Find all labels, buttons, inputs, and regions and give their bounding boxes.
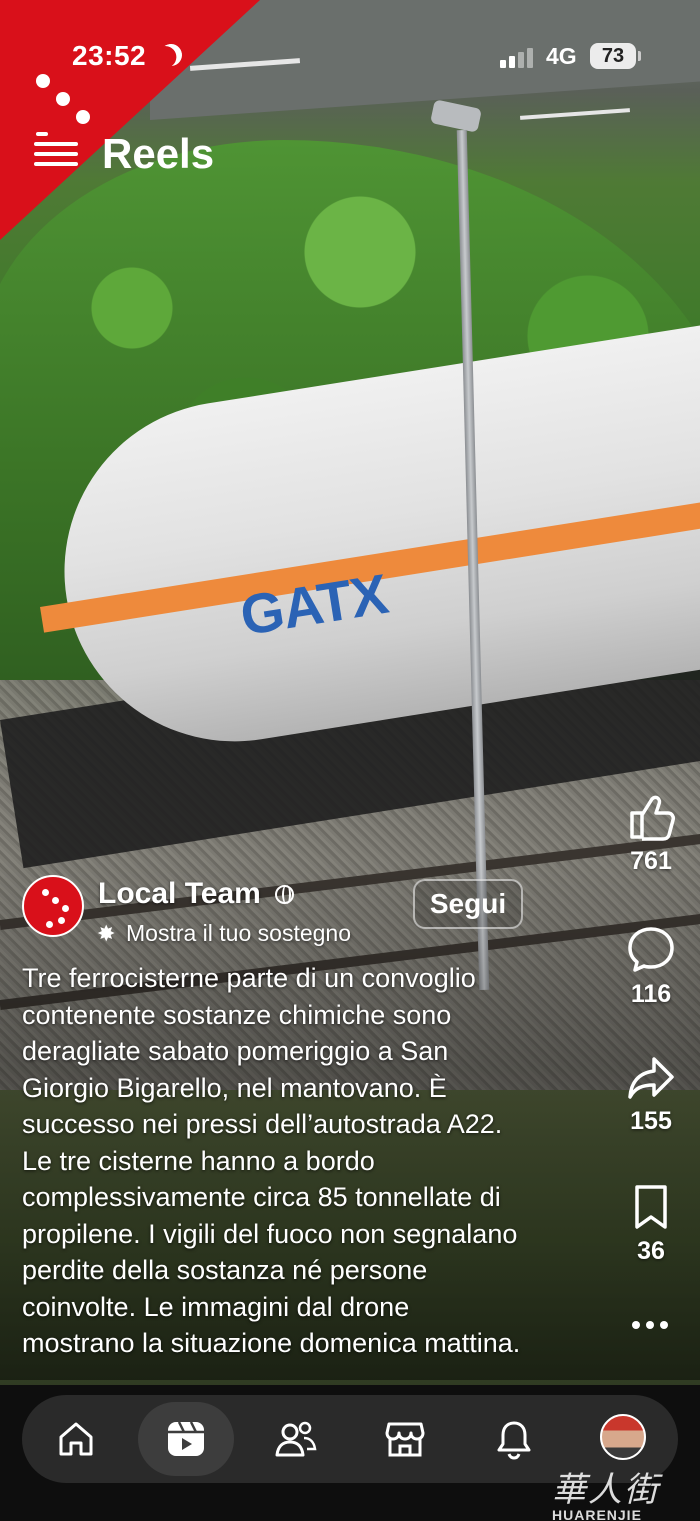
share-icon: [628, 1057, 674, 1099]
marketplace-icon: [385, 1422, 425, 1457]
support-star-icon: ✸: [97, 921, 116, 946]
public-globe-icon: [275, 885, 294, 904]
like-count: 761: [630, 847, 672, 875]
reels-icon: [168, 1421, 204, 1456]
home-icon: [59, 1422, 93, 1456]
friends-icon: [275, 1421, 317, 1457]
status-time: 23:52: [72, 40, 147, 71]
watermark: 華人街 HUARENJIE: [552, 1462, 692, 1521]
caption-line: Le tre cisterne hanno a bordo: [22, 1145, 375, 1176]
watermark-logo: 華人街: [552, 1470, 660, 1510]
share-count: 155: [630, 1107, 672, 1135]
caption-line: complessivamente circa 85 tonnellate di: [22, 1182, 501, 1212]
caption-line: Tre ferrocisterne parte di un convoglio: [22, 963, 476, 993]
caption-line: mostrano la situazione domenica mattina.: [22, 1328, 521, 1358]
nav-friends[interactable]: [248, 1402, 344, 1476]
caption-line: successo nei pressi dell’autostrada A22.: [22, 1109, 503, 1139]
nav-reels[interactable]: [138, 1402, 234, 1476]
follow-button[interactable]: Segui: [413, 879, 523, 929]
network-type: 4G: [546, 43, 577, 69]
battery-icon: 73: [590, 43, 636, 69]
like-icon: [630, 795, 675, 841]
caption-line: propilene. I vigili del fuoco non segnal…: [22, 1218, 518, 1249]
caption-line: perdite della sostanza né persone: [22, 1255, 428, 1285]
caption-line: Giorgio Bigarello, nel mantovano. È: [22, 1072, 447, 1103]
bookmark-icon: [635, 1185, 667, 1229]
caption-line: contenente sostanze chimiche sono: [22, 999, 452, 1030]
battery-tip: [638, 51, 641, 61]
like-button[interactable]: 761: [610, 793, 692, 876]
caption-line: deragliate sabato pomeriggio a San: [22, 1036, 449, 1066]
caption-line: coinvolte. Le immagini dal drone: [22, 1291, 410, 1322]
comment-count: 116: [630, 980, 672, 1008]
reels-menu-icon[interactable]: [34, 128, 82, 168]
nav-profile-avatar[interactable]: [600, 1414, 646, 1460]
reel-caption[interactable]: Tre ferrocisterne parte di un convoglio …: [22, 960, 612, 1362]
comment-icon: [628, 927, 674, 972]
watermark-text: HUARENJIE: [552, 1507, 642, 1521]
lamp-head: [430, 99, 482, 133]
comment-button[interactable]: 116: [610, 924, 692, 1009]
page-title: Reels: [102, 130, 215, 177]
signal-icon: [500, 46, 536, 68]
share-button[interactable]: 155: [610, 1055, 692, 1136]
nav-notifications[interactable]: [466, 1402, 562, 1476]
road-marking: [519, 108, 631, 120]
more-options-icon[interactable]: [630, 1318, 670, 1334]
author-avatar[interactable]: [22, 875, 84, 937]
nav-marketplace[interactable]: [357, 1402, 453, 1476]
save-button[interactable]: 36: [610, 1183, 692, 1266]
save-count: 36: [637, 1237, 665, 1265]
nav-home[interactable]: [28, 1402, 124, 1476]
notifications-icon: [497, 1421, 531, 1460]
author-name[interactable]: Local Team: [98, 877, 261, 911]
support-link[interactable]: Mostra il tuo sostegno: [126, 920, 351, 947]
